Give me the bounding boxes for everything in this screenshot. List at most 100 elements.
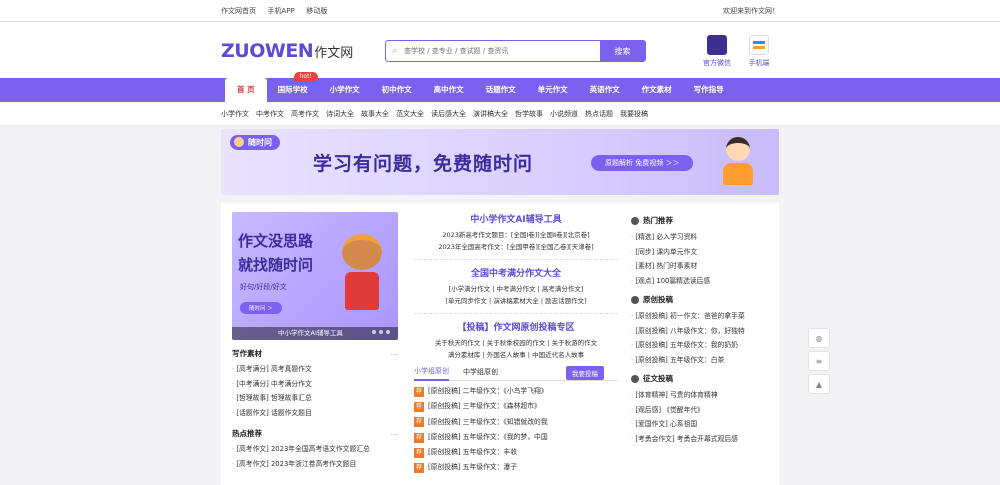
list-item[interactable]: [高考作文] 2023年全国高考语文作文题汇总 <box>232 442 398 457</box>
list-item[interactable]: [中考满分] 中考满分作文 <box>232 377 398 392</box>
top-link-home[interactable]: 作文网首页 <box>221 7 256 15</box>
list-item[interactable]: [原创投稿] 八年级作文：你，好独特 <box>631 324 771 339</box>
subnav-item[interactable]: 中考作文 <box>256 109 284 119</box>
block-line[interactable]: 关于秋天的作文 | 关于秋季校园的作文 | 关于秋游的作文 <box>414 337 618 349</box>
search-button[interactable]: 搜索 <box>600 41 645 61</box>
list-item[interactable]: [原创投稿] 五年级作文：我的奶奶 <box>631 338 771 353</box>
hot-badge: hot! <box>293 72 318 82</box>
banner-badge: 随时问 <box>230 135 280 150</box>
nav-senior[interactable]: 高中作文 <box>423 78 475 102</box>
tab-primary-original[interactable]: 小学组原创 <box>414 366 449 381</box>
mobile-qr[interactable]: 手机端 <box>741 35 777 68</box>
list-item[interactable]: [体育精神] 弓贵的体育精神 <box>631 388 771 403</box>
main-nav: 首 页 hot! 国际学校 小学作文 初中作文 高中作文 话题作文 单元作文 英… <box>0 72 1000 102</box>
section-title: 写作素材 … <box>232 348 398 359</box>
carousel-dots[interactable] <box>369 327 390 336</box>
list-item[interactable]: [同步] 课内单元作文 <box>631 245 771 260</box>
hot-recommend-title: 热点推荐 <box>232 429 262 438</box>
nav-primary[interactable]: 小学作文 <box>319 78 371 102</box>
tab-secondary-original[interactable]: 中学组原创 <box>463 367 498 380</box>
submission-title[interactable]: 【投稿】作文网原创投稿专区 <box>414 320 618 333</box>
nav-english[interactable]: 英语作文 <box>579 78 631 102</box>
nav-home[interactable]: 首 页 <box>225 78 267 102</box>
nav-topic[interactable]: 话题作文 <box>475 78 527 102</box>
nav-guide[interactable]: 写作指导 <box>683 78 735 102</box>
subnav-item[interactable]: 小说频道 <box>550 109 578 119</box>
hot-picks-section: 热门推荐 [精选] 必入学习资料 [同步] 课内单元作文 [素材] 热门时事素材… <box>631 215 771 288</box>
list-item[interactable]: [精选] 必入学习资料 <box>631 230 771 245</box>
section-title: 原创投稿 <box>631 294 771 305</box>
kid-head-shape <box>726 137 750 161</box>
list-item-text: [原创投稿] 五年级作文：瀑子 <box>428 463 518 472</box>
block-line[interactable]: [小学满分作文 | 中考满分作文 | 高考满分作文] <box>414 283 618 295</box>
block-line[interactable]: 满分素材库 | 外国名人故事 | 中国近代名人故事 <box>414 349 618 361</box>
subnav-item[interactable]: 演讲稿大全 <box>473 109 508 119</box>
block-line[interactable]: [单元同步作文 | 演讲稿素材大全 | 励志话题作文] <box>414 295 618 307</box>
list-item[interactable]: 荐 [原创投稿] 五年级作文：丰收 <box>414 445 618 460</box>
carousel[interactable]: 作文没思路 就找随时问 好句/好段/好文 随时问 ＞ 中小学作文AI辅导工具 <box>232 212 398 340</box>
subnav-item[interactable]: 哲学故事 <box>515 109 543 119</box>
carousel-button[interactable]: 随时问 ＞ <box>240 302 282 314</box>
top-link-mobile[interactable]: 移动版 <box>306 7 327 15</box>
recommend-tag: 荐 <box>414 447 424 458</box>
banner-headline: 学习有问题，免费随时问 <box>313 153 534 175</box>
carousel-dot[interactable] <box>372 330 376 334</box>
app-float-icon[interactable]: ≡ <box>808 351 830 371</box>
search-icon: ⌕ <box>392 46 398 56</box>
list-item[interactable]: [考勇会作文] 考勇会开幕式观后感 <box>631 432 771 447</box>
subnav-item[interactable]: 热点话题 <box>585 109 613 119</box>
full-score-title[interactable]: 全国中考满分作文大全 <box>414 266 618 279</box>
more-link[interactable]: … <box>391 428 399 439</box>
list-item-text: [原创投稿] 五年级作文：《我的梦，中国 <box>428 432 548 441</box>
list-item[interactable]: 荐 [原创投稿] 三年级作文：《知错就改的我 <box>414 415 618 430</box>
list-item[interactable]: [观后感] 《觉醒年代》 <box>631 403 771 418</box>
subnav-item[interactable]: 读后感大全 <box>431 109 466 119</box>
banner-cta-button[interactable]: 原题解析 免费视频 ＞＞ <box>591 155 694 171</box>
list-item[interactable]: 荐 [原创投稿] 三年级作文：《森林超市》 <box>414 399 618 414</box>
list-item[interactable]: [话题作文] 话题作文题目 <box>232 406 398 421</box>
list-item[interactable]: [哲理故事] 哲理故事汇总 <box>232 391 398 406</box>
promo-banner[interactable]: 随时问 学习有问题，免费随时问 原题解析 免费视频 ＞＞ <box>221 129 779 195</box>
essay-contest-section: 征文投稿 [体育精神] 弓贵的体育精神 [观后感] 《觉醒年代》 [爱国作文] … <box>631 373 771 446</box>
site-logo[interactable]: ZUOWEN 作文网 <box>221 40 353 62</box>
floating-toolbar: ◍ ≡ ▲ <box>808 328 830 397</box>
submit-post-button[interactable]: 我要投稿 <box>566 366 604 380</box>
subnav-item[interactable]: 小学作文 <box>221 109 249 119</box>
back-to-top-icon[interactable]: ▲ <box>808 374 830 394</box>
section-title: 征文投稿 <box>631 373 771 384</box>
nav-international-school[interactable]: hot! 国际学校 <box>267 72 319 102</box>
list-item[interactable]: 荐 [原创投稿] 二年级作文：《小鸟学飞翔》 <box>414 384 618 399</box>
list-item[interactable]: [爱国作文] 心系祖国 <box>631 417 771 432</box>
list-item[interactable]: [观点] 100篇精选读后感 <box>631 274 771 289</box>
subnav-item[interactable]: 我要投稿 <box>620 109 648 119</box>
list-item[interactable]: [素材] 热门时事素材 <box>631 259 771 274</box>
list-item[interactable]: [高考满分] 高考真题作文 <box>232 362 398 377</box>
hot-picks-title: 热门推荐 <box>643 216 673 225</box>
subnav-item[interactable]: 范文大全 <box>396 109 424 119</box>
list-item[interactable]: 荐 [原创投稿] 五年级作文：《我的梦，中国 <box>414 430 618 445</box>
nav-unit[interactable]: 单元作文 <box>527 78 579 102</box>
top-link-app[interactable]: 手机APP <box>268 7 295 15</box>
carousel-dot[interactable] <box>379 330 383 334</box>
wechat-qr[interactable]: 官方微信 <box>699 35 735 68</box>
subnav-item[interactable]: 诗词大全 <box>326 109 354 119</box>
more-link[interactable]: … <box>391 348 399 359</box>
carousel-line1: 作文没思路 <box>238 232 314 250</box>
recommend-tag: 荐 <box>414 432 424 443</box>
middle-column: 中小学作文AI辅导工具 2023新高考作文题目：[全国Ⅰ卷][全国Ⅱ卷][北京卷… <box>408 203 624 485</box>
wechat-float-icon[interactable]: ◍ <box>808 328 830 348</box>
ai-tool-title[interactable]: 中小学作文AI辅导工具 <box>414 212 618 225</box>
subnav-item[interactable]: 故事大全 <box>361 109 389 119</box>
hot-recommend-list: [高考作文] 2023年全国高考语文作文题汇总 [高考作文] 2023年浙江卷高… <box>232 442 398 471</box>
list-item[interactable]: [原创投稿] 初一作文：爸爸的拿手菜 <box>631 309 771 324</box>
block-line[interactable]: 2023年全国高考作文：[全国甲卷][全国乙卷][天津卷] <box>414 241 618 253</box>
list-item[interactable]: [高考作文] 2023年浙江卷高考作文题目 <box>232 457 398 472</box>
nav-junior[interactable]: 初中作文 <box>371 78 423 102</box>
list-item[interactable]: 荐 [原创投稿] 五年级作文：瀑子 <box>414 460 618 475</box>
search-input[interactable] <box>404 41 600 61</box>
nav-material[interactable]: 作文素材 <box>631 78 683 102</box>
subnav-item[interactable]: 高考作文 <box>291 109 319 119</box>
carousel-dot[interactable] <box>386 330 390 334</box>
list-item[interactable]: [原创投稿] 五年级作文：白茶 <box>631 353 771 368</box>
block-line[interactable]: 2023新高考作文题目：[全国Ⅰ卷][全国Ⅱ卷][北京卷] <box>414 229 618 241</box>
